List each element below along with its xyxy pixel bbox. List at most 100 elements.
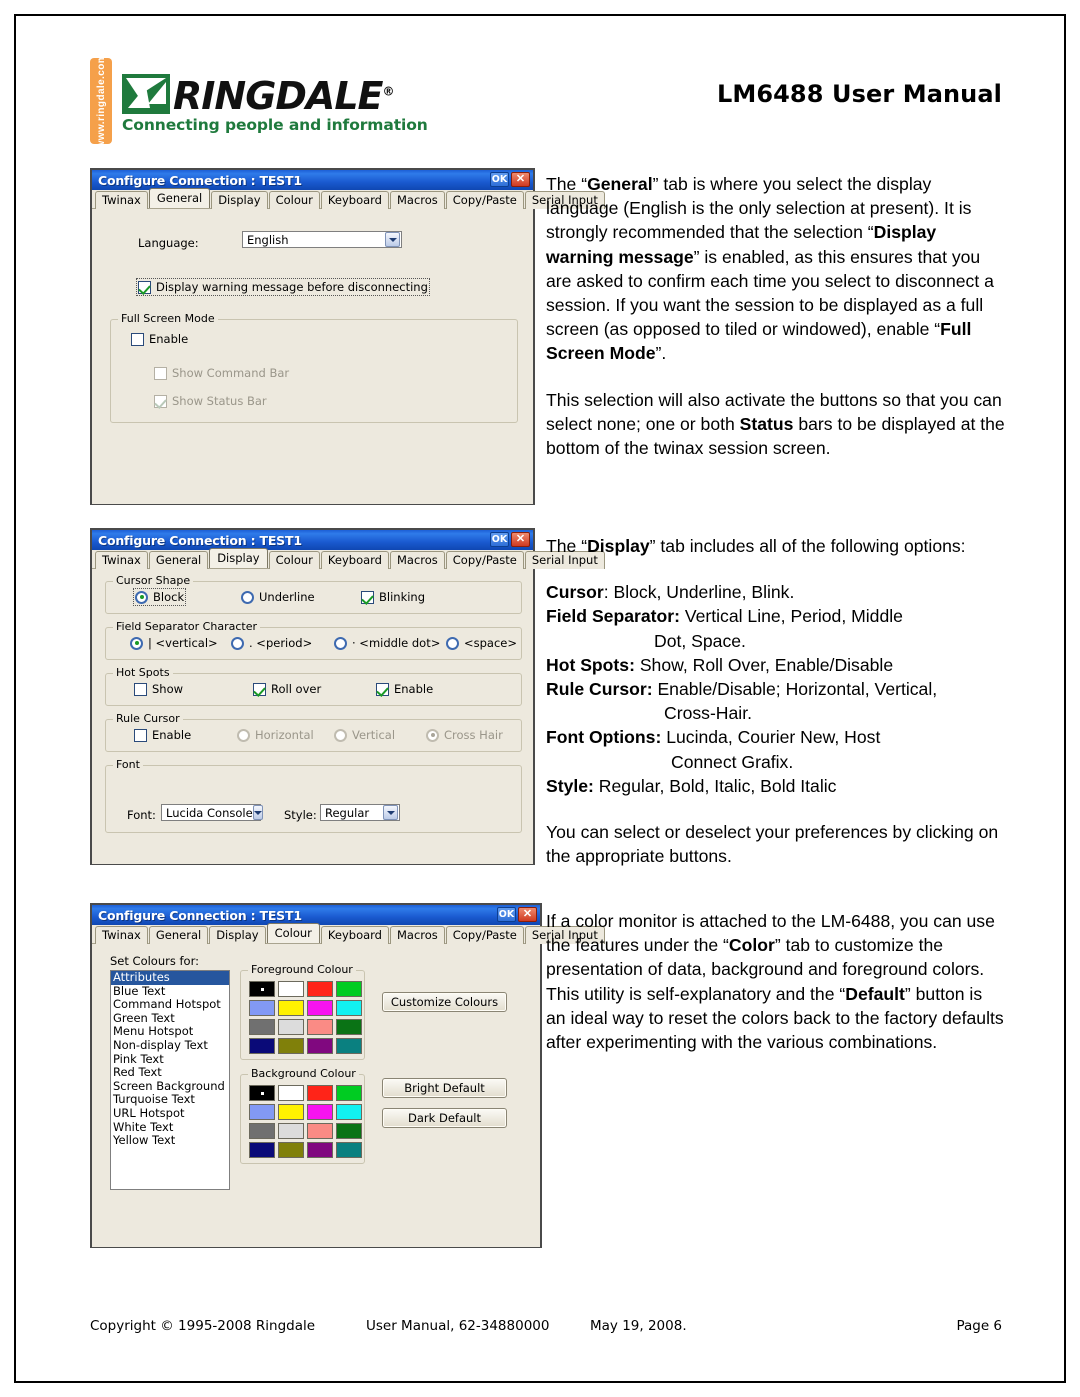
foreground-swatch-grid[interactable] (249, 981, 362, 1054)
colour-swatch[interactable] (336, 1038, 362, 1054)
warning-checkbox-row[interactable]: Display warning message before disconnec… (136, 278, 430, 296)
tab-macros[interactable]: Macros (389, 926, 445, 944)
hotspots-rollover-checkbox[interactable] (253, 682, 266, 696)
colour-swatch[interactable] (278, 1142, 304, 1158)
colour-target-listbox[interactable]: Attributes Blue Text Command Hotspot Gre… (110, 970, 230, 1190)
colour-swatch[interactable] (249, 981, 275, 997)
rulecursor-horizontal-radio[interactable] (237, 728, 250, 742)
cursor-blinking-checkbox[interactable] (361, 590, 374, 604)
tab-keyboard[interactable]: Keyboard (320, 191, 389, 209)
tab-display[interactable]: Display (209, 548, 268, 568)
customize-colours-button[interactable]: Customize Colours (382, 992, 507, 1012)
colour-swatch[interactable] (278, 981, 304, 997)
chevron-down-icon[interactable] (252, 805, 263, 820)
list-item[interactable]: Yellow Text (111, 1134, 229, 1148)
colour-swatch[interactable] (249, 1000, 275, 1016)
colour-swatch[interactable] (336, 1019, 362, 1035)
cursor-blinking-row[interactable]: Blinking (361, 590, 425, 604)
ok-button[interactable]: OK (490, 532, 509, 547)
list-item[interactable]: Screen Background (111, 1079, 229, 1094)
cursor-block-radio[interactable] (135, 590, 148, 604)
fieldsep-space-row[interactable]: <space> (446, 636, 517, 650)
rulecursor-vertical-row[interactable]: Vertical (334, 728, 395, 742)
show-status-bar-checkbox[interactable] (154, 394, 167, 408)
colour-swatch[interactable] (307, 1142, 333, 1158)
list-item[interactable]: Red Text (111, 1066, 229, 1080)
display-dialog-titlebar[interactable]: Configure Connection : TEST1 OK ✕ (92, 530, 533, 550)
background-swatch-grid[interactable] (249, 1085, 362, 1158)
colour-swatch[interactable] (336, 1085, 362, 1101)
colour-swatch[interactable] (307, 1085, 333, 1101)
colour-swatch[interactable] (278, 1085, 304, 1101)
tab-colour[interactable]: Colour (268, 551, 320, 569)
chevron-down-icon[interactable] (383, 805, 398, 820)
fieldsep-period-radio[interactable] (231, 636, 244, 650)
fieldsep-vertical-radio[interactable] (130, 636, 143, 650)
tab-display[interactable]: Display (209, 926, 266, 944)
tab-colour[interactable]: Colour (268, 191, 320, 209)
warning-checkbox[interactable] (138, 280, 151, 294)
colour-swatch[interactable] (249, 1123, 275, 1139)
fullscreen-enable-row[interactable]: Enable (131, 332, 188, 346)
colour-swatch[interactable] (307, 1104, 333, 1120)
fieldsep-middledot-radio[interactable] (334, 636, 347, 650)
ok-button[interactable]: OK (497, 907, 516, 922)
colour-swatch[interactable] (278, 1038, 304, 1054)
colour-swatch[interactable] (278, 1019, 304, 1035)
bright-default-button[interactable]: Bright Default (382, 1078, 507, 1098)
colour-swatch[interactable] (336, 1000, 362, 1016)
list-item[interactable]: Green Text (111, 1011, 229, 1026)
cursor-underline-row[interactable]: Underline (241, 590, 315, 604)
tab-general[interactable]: General (148, 188, 211, 208)
colour-swatch[interactable] (249, 1085, 275, 1101)
list-item[interactable]: Pink Text (111, 1052, 229, 1067)
colour-swatch[interactable] (307, 1000, 333, 1016)
list-item[interactable]: URL Hotspot (111, 1106, 229, 1121)
general-dialog-titlebar[interactable]: Configure Connection : TEST1 OK ✕ (92, 170, 533, 190)
fieldsep-space-radio[interactable] (446, 636, 459, 650)
colour-swatch[interactable] (336, 981, 362, 997)
hotspots-enable-checkbox[interactable] (376, 682, 389, 696)
tab-twinax[interactable]: Twinax (95, 551, 148, 569)
hotspots-show-row[interactable]: Show (134, 682, 183, 696)
tab-twinax[interactable]: Twinax (95, 191, 148, 209)
colour-swatch[interactable] (336, 1104, 362, 1120)
colour-swatch[interactable] (307, 1038, 333, 1054)
colour-swatch[interactable] (307, 1123, 333, 1139)
hotspots-enable-row[interactable]: Enable (376, 682, 433, 696)
colour-swatch[interactable] (336, 1142, 362, 1158)
colour-swatch[interactable] (249, 1038, 275, 1054)
style-select[interactable]: Regular (320, 804, 400, 821)
list-item[interactable]: Command Hotspot (111, 998, 229, 1012)
colour-swatch[interactable] (249, 1142, 275, 1158)
tab-macros[interactable]: Macros (389, 191, 445, 209)
show-command-bar-checkbox[interactable] (154, 366, 167, 380)
list-item[interactable]: Non-display Text (111, 1038, 229, 1053)
colour-swatch[interactable] (336, 1123, 362, 1139)
tab-display[interactable]: Display (211, 191, 268, 209)
show-status-bar-row[interactable]: Show Status Bar (154, 394, 267, 408)
tab-macros[interactable]: Macros (389, 551, 445, 569)
show-command-bar-row[interactable]: Show Command Bar (154, 366, 289, 380)
rulecursor-vertical-radio[interactable] (334, 728, 347, 742)
colour-swatch[interactable] (249, 1019, 275, 1035)
list-item[interactable]: Blue Text (111, 984, 229, 999)
cursor-block-row[interactable]: Block (132, 588, 187, 606)
fieldsep-middledot-row[interactable]: · <middle dot> (334, 636, 440, 650)
colour-dialog-titlebar[interactable]: Configure Connection : TEST1 OK ✕ (92, 905, 540, 925)
list-item[interactable]: White Text (111, 1120, 229, 1135)
rulecursor-enable-checkbox[interactable] (134, 728, 147, 742)
font-select[interactable]: Lucida Console (161, 804, 263, 821)
colour-swatch[interactable] (307, 981, 333, 997)
colour-swatch[interactable] (307, 1019, 333, 1035)
colour-swatch[interactable] (278, 1000, 304, 1016)
ok-button[interactable]: OK (490, 172, 509, 187)
close-icon[interactable]: ✕ (511, 172, 530, 187)
rulecursor-crosshair-row[interactable]: Cross Hair (426, 728, 503, 742)
list-item[interactable]: Attributes (111, 971, 229, 985)
chevron-down-icon[interactable] (385, 232, 400, 247)
tab-keyboard[interactable]: Keyboard (320, 926, 389, 944)
language-select[interactable]: English (242, 231, 402, 248)
close-icon[interactable]: ✕ (518, 907, 537, 922)
list-item[interactable]: Menu Hotspot (111, 1025, 229, 1039)
